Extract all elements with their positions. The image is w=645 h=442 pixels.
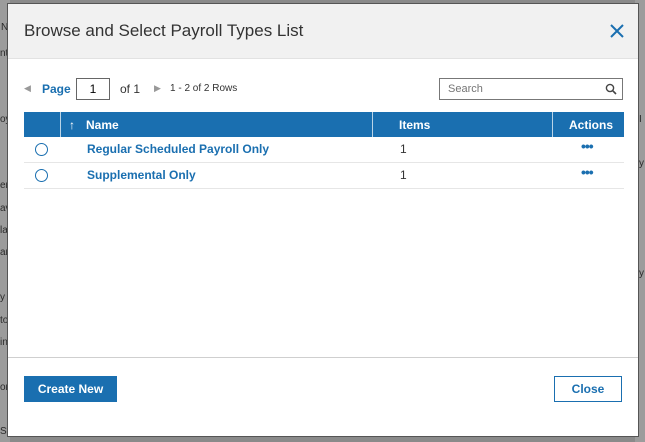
row-name-link[interactable]: Regular Scheduled Payroll Only (87, 142, 269, 156)
row-actions-menu-icon[interactable]: ••• (581, 164, 594, 180)
row-name-link[interactable]: Supplemental Only (87, 168, 196, 182)
page-label: Page (42, 82, 71, 96)
table-header: ↑ Name Items Actions (24, 112, 624, 137)
dialog-header: Browse and Select Payroll Types List (8, 4, 638, 59)
footer-divider (8, 357, 638, 358)
close-icon[interactable] (608, 22, 626, 40)
bg-fragment: la (0, 225, 8, 236)
page-number-input[interactable] (76, 78, 110, 100)
row-radio[interactable] (35, 169, 48, 182)
column-divider (372, 112, 373, 137)
sort-ascending-icon[interactable]: ↑ (69, 118, 75, 132)
next-page-icon[interactable]: ▶ (154, 83, 161, 94)
page-count-label: of 1 (120, 82, 141, 96)
table-row[interactable]: Supplemental Only 1 ••• (24, 163, 624, 189)
column-divider (552, 112, 553, 137)
close-button[interactable]: Close (554, 376, 622, 402)
row-radio[interactable] (35, 143, 48, 156)
prev-page-icon[interactable]: ◀ (24, 83, 31, 94)
payroll-types-dialog: Browse and Select Payroll Types List ◀ P… (8, 4, 638, 436)
table-row[interactable]: Regular Scheduled Payroll Only 1 ••• (24, 137, 624, 163)
bg-fragment: y (639, 158, 644, 169)
column-header-items[interactable]: Items (399, 118, 430, 132)
row-actions-menu-icon[interactable]: ••• (581, 138, 594, 154)
row-items-count: 1 (400, 142, 407, 156)
bg-fragment: I (639, 114, 642, 125)
bg-fragment: y (639, 268, 644, 279)
column-header-actions: Actions (569, 118, 614, 132)
create-new-button[interactable]: Create New (24, 376, 117, 402)
search-icon[interactable] (605, 83, 617, 95)
search-field[interactable] (439, 78, 623, 100)
column-header-name[interactable]: Name (86, 118, 119, 132)
rows-count-label: 1 - 2 of 2 Rows (170, 83, 238, 94)
bg-fragment: y (0, 292, 5, 303)
row-items-count: 1 (400, 168, 407, 182)
search-input[interactable] (448, 81, 598, 97)
column-divider (60, 112, 61, 137)
payroll-types-table: ↑ Name Items Actions Regular Scheduled P… (24, 112, 624, 189)
dialog-title: Browse and Select Payroll Types List (24, 21, 304, 40)
